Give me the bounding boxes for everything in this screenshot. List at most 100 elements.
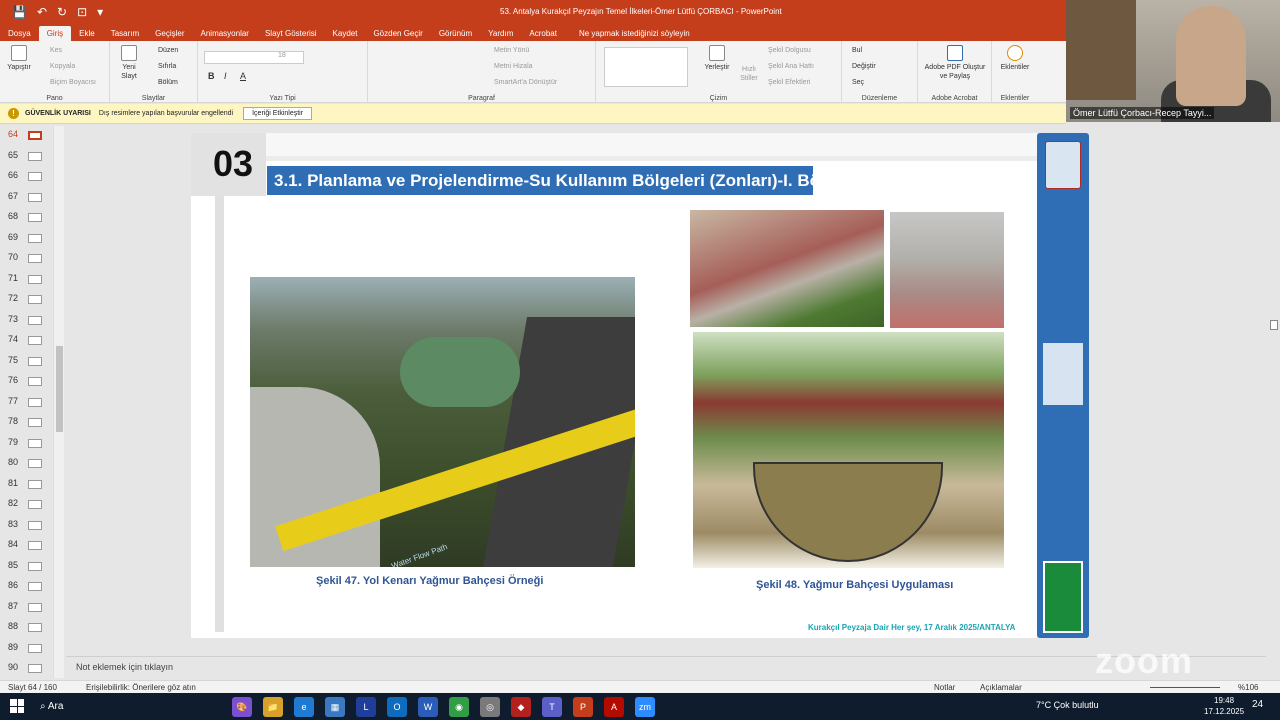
bold-button[interactable]: B bbox=[208, 71, 215, 81]
shape-outline-button[interactable]: Şekil Ana Hattı bbox=[768, 63, 814, 70]
customize-qa-icon[interactable]: ▾ bbox=[97, 5, 103, 19]
shapes-gallery[interactable] bbox=[604, 47, 688, 87]
tab-review[interactable]: Gözden Geçir bbox=[365, 29, 430, 41]
taskbar-app-icon[interactable]: zm bbox=[635, 697, 655, 717]
layout-button[interactable]: Düzen bbox=[158, 47, 178, 54]
notes-pane[interactable]: Not eklemek için tıklayın bbox=[66, 656, 1266, 678]
slide-thumbnail[interactable]: 70 bbox=[0, 248, 50, 270]
enable-content-button[interactable]: İçeriği Etkinleştir bbox=[243, 107, 313, 120]
slide-thumbnail[interactable]: 79 bbox=[0, 433, 50, 455]
new-slide-button[interactable]: Yeni Slayt bbox=[114, 45, 144, 81]
addins-button[interactable]: Eklentiler bbox=[994, 45, 1036, 72]
zoom-slider[interactable] bbox=[1150, 687, 1220, 688]
taskbar-app-icon[interactable]: A bbox=[604, 697, 624, 717]
align-text-button[interactable]: Metni Hizala bbox=[494, 63, 533, 70]
taskbar-app-icon[interactable]: 🎨 bbox=[232, 697, 252, 717]
pavement-photo-right[interactable] bbox=[890, 212, 1004, 328]
accessibility-status[interactable]: Erişilebilirlik: Önerilere göz atın bbox=[86, 683, 196, 692]
comments-button[interactable]: Açıklamalar bbox=[980, 683, 1022, 692]
slide-thumbnail[interactable]: 67 bbox=[0, 187, 50, 209]
taskbar-app-icon[interactable]: W bbox=[418, 697, 438, 717]
select-button[interactable]: Seç bbox=[852, 79, 864, 86]
quick-styles-button[interactable]: Hızlı Stiller bbox=[734, 65, 764, 83]
slide-thumbnail[interactable]: 73 bbox=[0, 310, 50, 332]
notification-count[interactable]: 24 bbox=[1252, 699, 1263, 710]
taskbar-app-icon[interactable]: ◎ bbox=[480, 697, 500, 717]
taskbar-app-icon[interactable]: ◆ bbox=[511, 697, 531, 717]
slide-thumbnail[interactable]: 80 bbox=[0, 453, 50, 475]
tab-help[interactable]: Yardım bbox=[480, 29, 521, 41]
replace-button[interactable]: Değiştir bbox=[852, 63, 876, 70]
tab-insert[interactable]: Ekle bbox=[71, 29, 103, 41]
present-icon[interactable]: ⊡ bbox=[77, 5, 87, 19]
weather-widget[interactable]: 7°C Çok bulutlu bbox=[1036, 700, 1099, 710]
tab-home[interactable]: Giriş bbox=[38, 26, 72, 41]
taskbar-app-icon[interactable]: 📁 bbox=[263, 697, 283, 717]
font-size-select[interactable]: 18 bbox=[278, 52, 286, 59]
system-clock[interactable]: 19:48 17.12.2025 bbox=[1204, 695, 1244, 717]
slide-thumbnail[interactable]: 89 bbox=[0, 638, 50, 660]
slide-thumbnail[interactable]: 75 bbox=[0, 351, 50, 373]
tab-slideshow[interactable]: Slayt Gösterisi bbox=[257, 29, 325, 41]
find-button[interactable]: Bul bbox=[852, 47, 862, 54]
slide-thumbnail[interactable]: 78 bbox=[0, 412, 50, 434]
slide-thumbnail[interactable]: 72 bbox=[0, 289, 50, 311]
zoom-level[interactable]: %106 bbox=[1238, 683, 1258, 692]
slide-thumbnail[interactable]: 87 bbox=[0, 597, 50, 619]
slide-thumbnail[interactable]: 71 bbox=[0, 269, 50, 291]
slide-thumbnail[interactable]: 81 bbox=[0, 474, 50, 496]
format-painter-button[interactable]: Biçim Boyacısı bbox=[50, 79, 96, 86]
taskbar-app-icon[interactable]: ▦ bbox=[325, 697, 345, 717]
slide-thumbnail[interactable]: 64 bbox=[0, 125, 50, 147]
save-icon[interactable]: 💾 bbox=[12, 5, 27, 19]
slide-thumbnail[interactable]: 69 bbox=[0, 228, 50, 250]
taskbar-app-icon[interactable]: e bbox=[294, 697, 314, 717]
paste-button[interactable]: Yapıştır bbox=[4, 45, 34, 72]
slide-thumbnail[interactable]: 65 bbox=[0, 146, 50, 168]
slide-thumbnail[interactable]: 84 bbox=[0, 535, 50, 557]
slide-thumbnail[interactable]: 90 bbox=[0, 658, 50, 680]
taskbar-app-icon[interactable]: T bbox=[542, 697, 562, 717]
copy-button[interactable]: Kopyala bbox=[50, 63, 75, 70]
slide-thumbnail[interactable]: 77 bbox=[0, 392, 50, 414]
italic-button[interactable]: I bbox=[224, 71, 227, 81]
scroll-thumb[interactable] bbox=[56, 346, 63, 432]
reset-button[interactable]: Sıfırla bbox=[158, 63, 176, 70]
tab-view[interactable]: Görünüm bbox=[431, 29, 480, 41]
font-name-select[interactable] bbox=[204, 51, 304, 64]
windows-start-icon[interactable] bbox=[10, 699, 24, 713]
slide-thumbnail[interactable]: 68 bbox=[0, 207, 50, 229]
pavement-photo-left[interactable] bbox=[690, 210, 884, 327]
slide-thumbnail[interactable]: 85 bbox=[0, 556, 50, 578]
taskbar-app-icon[interactable]: O bbox=[387, 697, 407, 717]
thumbnail-scrollbar[interactable] bbox=[53, 126, 64, 678]
undo-icon[interactable]: ↶ bbox=[37, 5, 47, 19]
rain-garden-illustration[interactable] bbox=[693, 332, 1004, 568]
slide-thumbnail[interactable]: 76 bbox=[0, 371, 50, 393]
tab-transitions[interactable]: Geçişler bbox=[147, 29, 192, 41]
tab-animations[interactable]: Animasyonlar bbox=[193, 29, 257, 41]
slide-thumbnail[interactable]: 88 bbox=[0, 617, 50, 639]
text-direction-button[interactable]: Metin Yönü bbox=[494, 47, 529, 54]
shape-fill-button[interactable]: Şekil Dolgusu bbox=[768, 47, 811, 54]
tab-acrobat[interactable]: Acrobat bbox=[521, 29, 565, 41]
slide-title[interactable]: 3.1. Planlama ve Projelendirme-Su Kullan… bbox=[267, 166, 813, 195]
shape-effects-button[interactable]: Şekil Efektleri bbox=[768, 79, 810, 86]
taskbar-app-icon[interactable]: ◉ bbox=[449, 697, 469, 717]
slide-scrollbar[interactable] bbox=[1268, 124, 1280, 644]
tell-me-search[interactable]: Ne yapmak istediğinizi söyleyin bbox=[565, 29, 690, 41]
notes-button[interactable]: Notlar bbox=[934, 683, 955, 692]
roadside-rain-garden-photo[interactable]: Water Flow Path bbox=[250, 277, 635, 567]
section-button[interactable]: Bölüm bbox=[158, 79, 178, 86]
underline-button[interactable]: A bbox=[240, 71, 246, 81]
tab-design[interactable]: Tasarım bbox=[103, 29, 147, 41]
slide-thumbnail[interactable]: 66 bbox=[0, 166, 50, 188]
slide-thumbnail[interactable]: 74 bbox=[0, 330, 50, 352]
scroll-thumb[interactable] bbox=[1270, 320, 1278, 330]
create-pdf-button[interactable]: Adobe PDF Oluştur ve Paylaş bbox=[922, 45, 988, 81]
arrange-button[interactable]: Yerleştir bbox=[696, 45, 738, 72]
tab-record[interactable]: Kaydet bbox=[325, 29, 366, 41]
slide-thumbnail[interactable]: 86 bbox=[0, 576, 50, 598]
taskbar-app-icon[interactable]: L bbox=[356, 697, 376, 717]
slide-thumbnail[interactable]: 82 bbox=[0, 494, 50, 516]
